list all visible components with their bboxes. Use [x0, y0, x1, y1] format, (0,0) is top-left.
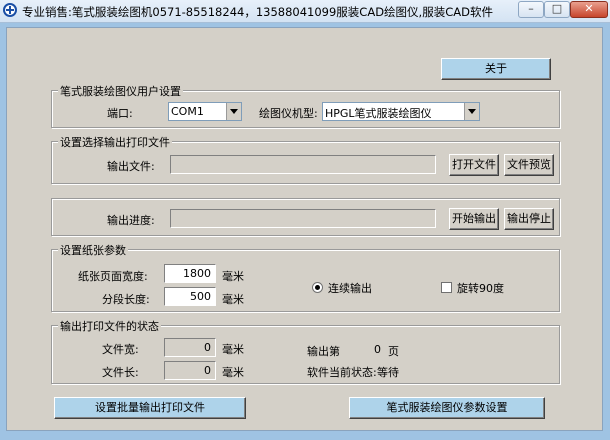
paper-width-input[interactable]: 1800 [164, 264, 216, 283]
file-length-field: 0 [164, 361, 216, 380]
paper-width-unit: 毫米 [222, 270, 244, 283]
start-output-button[interactable]: 开始输出 [449, 208, 499, 230]
output-progress-bar [170, 209, 436, 228]
output-progress-label: 输出进度: [107, 214, 155, 227]
output-progress-group: 输出进度: 开始输出 输出停止 [51, 198, 560, 236]
file-length-label: 文件长: [102, 366, 139, 379]
continuous-output-label[interactable]: 连续输出 [328, 280, 372, 296]
file-width-value: 0 [204, 341, 211, 354]
plotter-params-button[interactable]: 笔式服装绘图仪参数设置 [349, 397, 545, 419]
about-button[interactable]: 关于 [441, 58, 551, 80]
paper-width-value: 1800 [183, 267, 211, 280]
main-dialog: 关于 笔式服装绘图仪用户设置 端口: COM1 绘图仪机型: HPGL笔式服装绘… [6, 27, 603, 431]
paper-settings-group: 设置纸张参数 纸张页面宽度: 1800 毫米 分段长度: 500 毫米 连续输出… [51, 242, 560, 312]
segment-length-value: 500 [190, 290, 211, 303]
file-status-group: 输出打印文件的状态 文件宽: 0 毫米 文件长: 0 毫米 输出第 0 页 软件… [51, 318, 560, 384]
output-page-prefix: 输出第 [307, 345, 340, 358]
paper-settings-title: 设置纸张参数 [58, 242, 128, 258]
title-bar[interactable]: 专业销售:笔式服装绘图机0571-85518244，13588041099服装C… [0, 0, 610, 23]
output-file-field[interactable] [170, 155, 436, 174]
continuous-output-radio[interactable] [312, 282, 323, 293]
file-length-unit: 毫米 [222, 366, 244, 379]
plotter-model-select[interactable]: HPGL笔式服装绘图仪 [322, 102, 480, 121]
plotter-model-value: HPGL笔式服装绘图仪 [325, 107, 432, 120]
batch-output-button[interactable]: 设置批量输出打印文件 [54, 397, 246, 419]
file-width-label: 文件宽: [102, 343, 139, 356]
file-width-field: 0 [164, 338, 216, 357]
output-file-title: 设置选择输出打印文件 [58, 134, 172, 150]
open-file-button[interactable]: 打开文件 [449, 154, 499, 176]
output-file-label: 输出文件: [107, 160, 155, 173]
rotate-90-checkbox[interactable] [441, 282, 452, 293]
minimize-button[interactable]: – [518, 1, 544, 18]
stop-output-button[interactable]: 输出停止 [504, 208, 554, 230]
output-file-group: 设置选择输出打印文件 输出文件: 打开文件 文件预览 [51, 134, 560, 184]
port-label: 端口: [107, 107, 133, 120]
segment-length-label: 分段长度: [102, 293, 150, 306]
rotate-90-label[interactable]: 旋转90度 [457, 280, 504, 296]
file-length-value: 0 [204, 364, 211, 377]
window-title: 专业销售:笔式服装绘图机0571-85518244，13588041099服装C… [22, 5, 493, 19]
plotter-settings-title: 笔式服装绘图仪用户设置 [58, 83, 183, 99]
maximize-button[interactable]: □ [544, 1, 570, 18]
paper-width-label: 纸张页面宽度: [78, 270, 148, 283]
current-status-label: 软件当前状态: [307, 366, 377, 379]
plotter-settings-group: 笔式服装绘图仪用户设置 端口: COM1 绘图仪机型: HPGL笔式服装绘图仪 [51, 83, 560, 128]
plotter-model-label: 绘图仪机型: [259, 107, 318, 120]
app-icon [3, 3, 17, 17]
chevron-down-icon[interactable] [226, 103, 241, 120]
segment-length-input[interactable]: 500 [164, 287, 216, 306]
segment-length-unit: 毫米 [222, 293, 244, 306]
preview-file-button[interactable]: 文件预览 [504, 154, 554, 176]
port-value: COM1 [171, 105, 204, 118]
file-width-unit: 毫米 [222, 343, 244, 356]
output-page-value: 0 [374, 343, 381, 356]
file-status-title: 输出打印文件的状态 [58, 318, 161, 334]
output-page-suffix: 页 [388, 345, 399, 358]
chevron-down-icon[interactable] [464, 103, 479, 120]
port-select[interactable]: COM1 [168, 102, 242, 121]
close-button[interactable]: ✕ [570, 1, 608, 18]
current-status-value: 等待 [377, 366, 399, 379]
